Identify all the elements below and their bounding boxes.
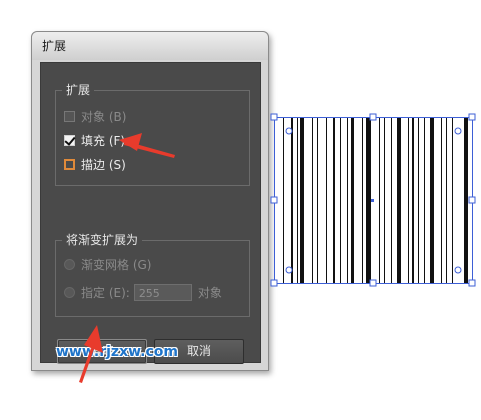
handle-bottom-left xyxy=(270,279,278,287)
handle-middle-right xyxy=(468,196,476,204)
selected-artwork[interactable] xyxy=(0,0,481,420)
handle-bottom-middle xyxy=(369,279,377,287)
corner-widget-top-left xyxy=(285,127,293,135)
handle-top-right xyxy=(468,113,476,121)
corner-widget-bottom-right xyxy=(454,266,462,274)
handle-top-middle xyxy=(369,113,377,121)
handle-bottom-right xyxy=(468,279,476,287)
center-point xyxy=(371,199,374,202)
handle-top-left xyxy=(270,113,278,121)
corner-widget-top-right xyxy=(454,127,462,135)
handle-middle-left xyxy=(270,196,278,204)
corner-widget-bottom-left xyxy=(285,266,293,274)
